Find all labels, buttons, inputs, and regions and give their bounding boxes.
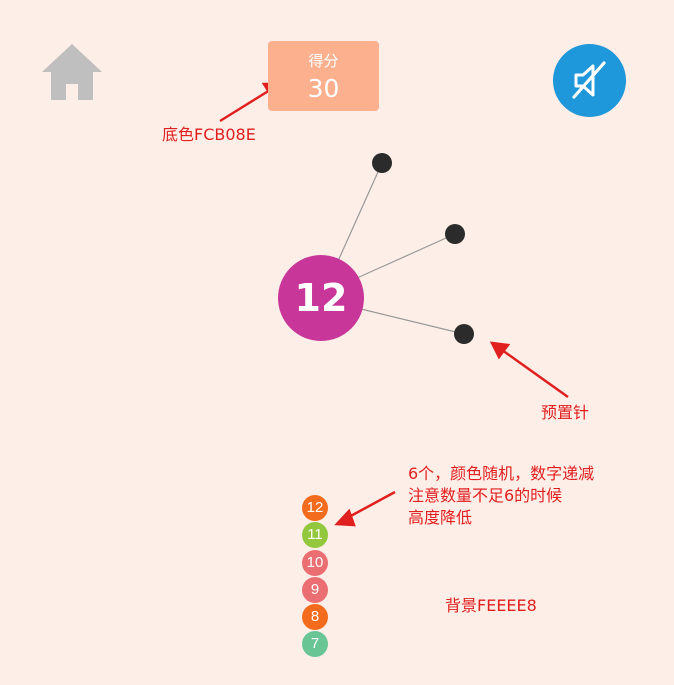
score-label: 得分 bbox=[308, 52, 339, 70]
preset-pins-annotation: 预置针 bbox=[541, 403, 590, 422]
home-button[interactable] bbox=[40, 40, 104, 104]
pin-line bbox=[360, 308, 465, 335]
sound-toggle-button[interactable] bbox=[553, 44, 626, 117]
arrow-queue bbox=[346, 490, 396, 520]
background-annotation: 背景FEEEE8 bbox=[445, 596, 537, 615]
annotation-arrows bbox=[219, 82, 569, 527]
queue-annotation-line: 6个，颜色随机，数字递减 bbox=[408, 464, 595, 483]
sound-muted-icon bbox=[572, 61, 606, 99]
pin-head bbox=[445, 224, 465, 244]
center-number: 12 bbox=[294, 276, 348, 320]
queue-annotation-line: 注意数量不足6的时候 bbox=[408, 486, 563, 505]
queue-annotation: 6个，颜色随机，数字递减 注意数量不足6的时候 高度降低 bbox=[408, 463, 594, 529]
score-bg-annotation: 底色FCB08E bbox=[162, 125, 256, 144]
score-box: 得分 30 bbox=[268, 41, 379, 111]
arrowhead-pin bbox=[489, 341, 511, 360]
pin-queue: 12 11 10 9 8 7 bbox=[302, 495, 330, 659]
pin-head bbox=[454, 324, 474, 344]
queue-item: 9 bbox=[302, 576, 328, 603]
queue-item: 8 bbox=[302, 604, 328, 631]
arrowhead-queue bbox=[334, 508, 356, 527]
queue-annotation-line: 高度降低 bbox=[408, 508, 473, 527]
arrow-pin bbox=[501, 348, 569, 399]
queue-item: 7 bbox=[302, 631, 328, 658]
pin-line bbox=[356, 233, 456, 279]
queue-item: 12 bbox=[302, 495, 328, 521]
queue-item: 10 bbox=[302, 549, 328, 576]
pin-line bbox=[337, 162, 383, 262]
score-value: 30 bbox=[307, 74, 340, 103]
queue-item: 11 bbox=[302, 522, 328, 549]
arrow-score bbox=[219, 88, 271, 123]
pin-head bbox=[372, 153, 392, 173]
home-icon bbox=[42, 44, 102, 100]
